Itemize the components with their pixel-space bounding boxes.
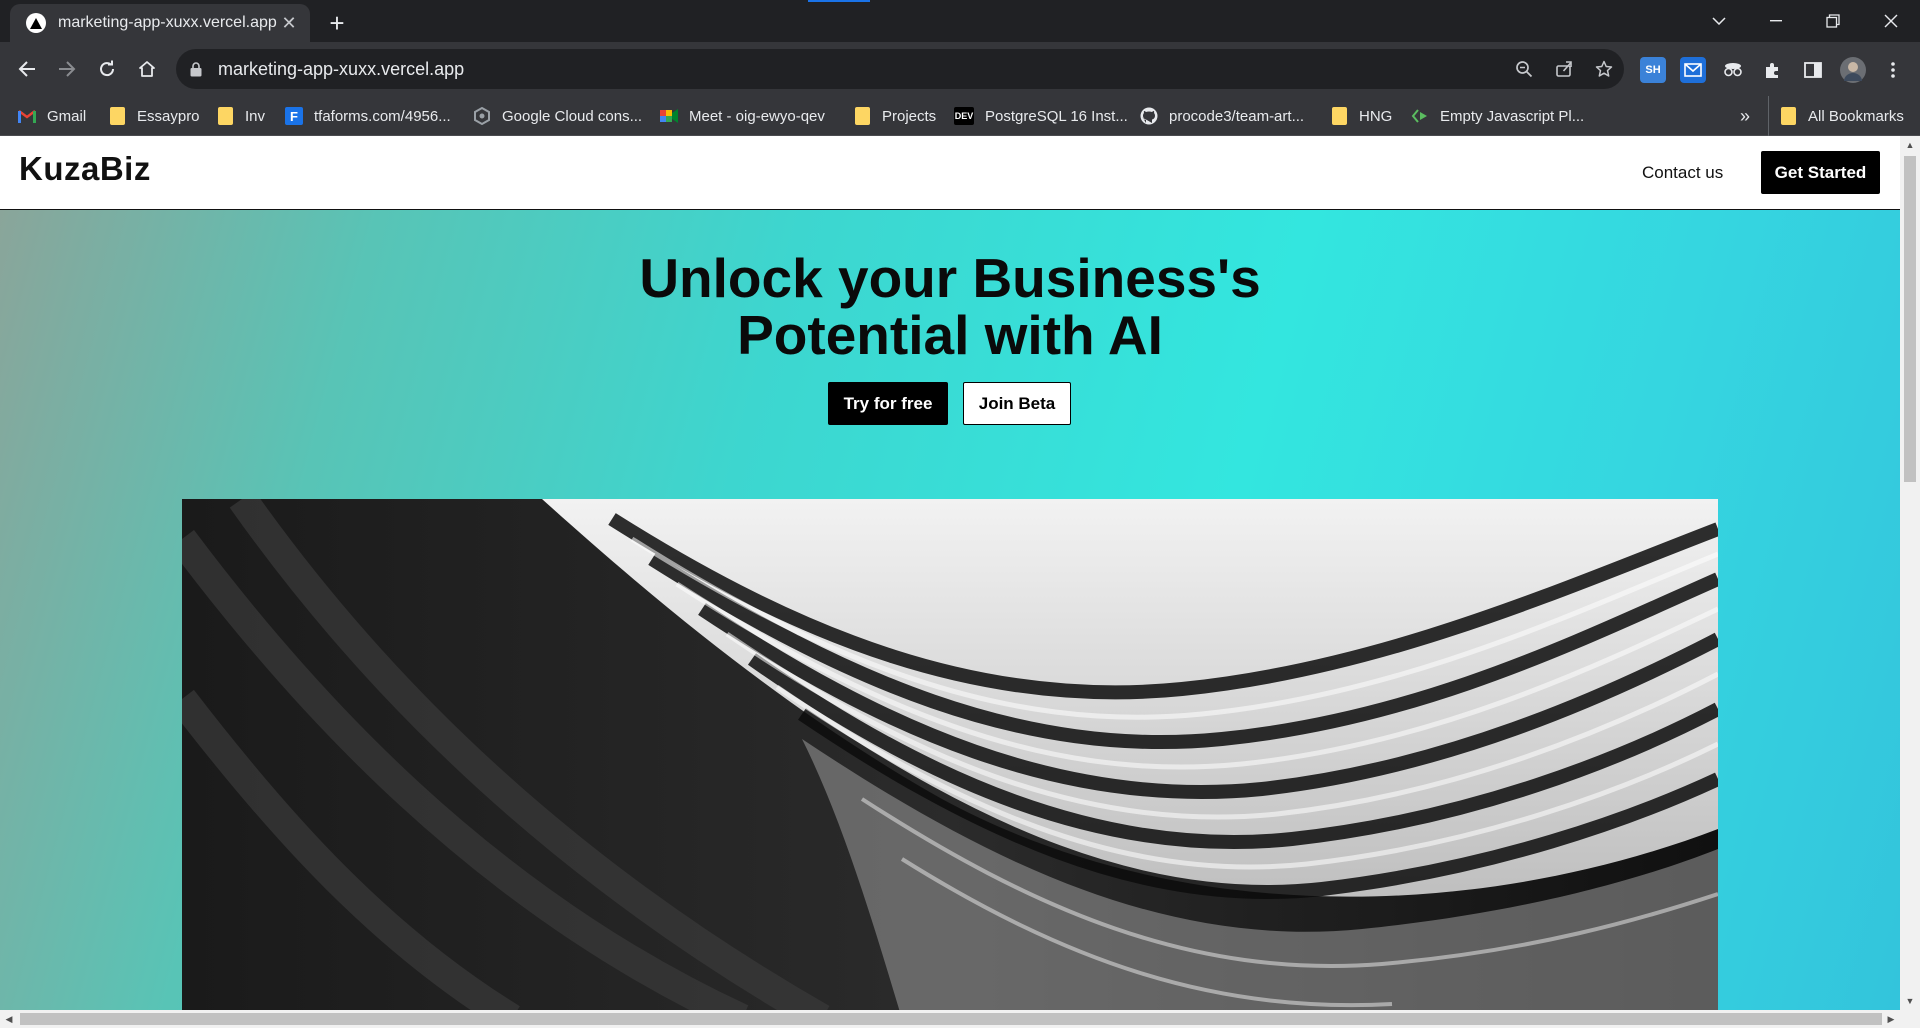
forward-arrow-icon[interactable] (51, 53, 83, 85)
formassembly-icon: F (285, 107, 303, 125)
meet-icon (660, 107, 678, 125)
site-logo[interactable]: KuzaBiz (19, 150, 151, 188)
page-viewport: KuzaBiz Contact us Get Started Unlock yo… (0, 136, 1900, 1010)
sh-extension-icon[interactable]: SH (1640, 57, 1666, 83)
restore-icon[interactable] (1810, 6, 1856, 36)
zoom-icon[interactable] (1504, 53, 1544, 85)
bookmark-playcode[interactable]: Empty Javascript Pl... (1411, 96, 1584, 136)
bookmarks-bar: Gmail Essaypro Inv F tfaforms.com/4956..… (0, 96, 1920, 136)
bookmark-tfaforms[interactable]: F tfaforms.com/4956... (285, 96, 451, 136)
browser-toolbar: marketing-app-xuxx.vercel.app SH (0, 42, 1920, 96)
horizontal-scrollbar[interactable]: ◀ ▶ (0, 1010, 1920, 1028)
vercel-favicon-icon (26, 13, 46, 33)
hero-title: Unlock your Business's Potential with AI (500, 250, 1400, 364)
close-window-icon[interactable] (1868, 6, 1914, 36)
join-beta-button[interactable]: Join Beta (963, 382, 1071, 425)
tab-search-chevron-icon[interactable] (1696, 6, 1742, 36)
hero-section: Unlock your Business's Potential with AI… (0, 210, 1900, 1010)
folder-icon (1330, 107, 1348, 125)
tab-search-indicator (808, 0, 870, 2)
playcode-icon (1411, 107, 1429, 125)
vertical-scroll-thumb[interactable] (1904, 156, 1916, 482)
dev-icon: DEV (954, 107, 974, 125)
extensions-puzzle-icon[interactable] (1760, 57, 1786, 83)
hero-title-line-2: Potential with AI (737, 304, 1163, 366)
tab-close-icon[interactable]: ✕ (278, 12, 300, 34)
bookmark-gmail[interactable]: Gmail (18, 96, 86, 136)
reload-icon[interactable] (91, 53, 123, 85)
scroll-down-arrow-icon[interactable]: ▼ (1900, 992, 1920, 1010)
lock-icon (190, 61, 202, 77)
new-tab-button[interactable]: + (322, 8, 352, 38)
bookmark-meet[interactable]: Meet - oig-ewyo-qev (660, 96, 825, 136)
folder-icon (108, 107, 126, 125)
bookmark-hng[interactable]: HNG (1330, 96, 1392, 136)
bookmark-github[interactable]: procode3/team-art... (1140, 96, 1304, 136)
try-for-free-button[interactable]: Try for free (828, 382, 948, 425)
vertical-scrollbar[interactable]: ▲ ▼ (1900, 136, 1920, 1010)
bookmark-star-icon[interactable] (1584, 53, 1624, 85)
bookmarks-overflow-chevron[interactable]: » (1740, 96, 1750, 136)
get-started-button[interactable]: Get Started (1761, 151, 1880, 194)
url-text: marketing-app-xuxx.vercel.app (218, 58, 465, 79)
gmail-icon (18, 107, 36, 125)
more-menu-icon[interactable] (1880, 57, 1906, 83)
all-bookmarks[interactable]: All Bookmarks (1779, 96, 1904, 136)
site-navbar: KuzaBiz Contact us Get Started (0, 136, 1900, 210)
bookmark-inv[interactable]: Inv (216, 96, 265, 136)
scroll-right-arrow-icon[interactable]: ▶ (1882, 1010, 1900, 1028)
back-arrow-icon[interactable] (11, 53, 43, 85)
mail-extension-icon[interactable] (1680, 57, 1706, 83)
bookmark-projects[interactable]: Projects (853, 96, 936, 136)
browser-tab[interactable]: marketing-app-xuxx.vercel.app ✕ (10, 4, 310, 42)
horizontal-scroll-thumb[interactable] (20, 1013, 1882, 1025)
spy-extension-icon[interactable] (1720, 57, 1746, 83)
profile-avatar-icon[interactable] (1840, 57, 1866, 83)
side-panel-icon[interactable] (1800, 57, 1826, 83)
folder-icon (216, 107, 234, 125)
minimize-icon[interactable] (1753, 6, 1799, 36)
google-cloud-icon (473, 107, 491, 125)
hero-architecture-image (182, 499, 1718, 1010)
bookmark-postgresql[interactable]: DEV PostgreSQL 16 Inst... (954, 96, 1128, 136)
bookmark-google-cloud[interactable]: Google Cloud cons... (473, 96, 642, 136)
scroll-up-arrow-icon[interactable]: ▲ (1900, 136, 1920, 154)
contact-us-link[interactable]: Contact us (1642, 163, 1723, 183)
home-icon[interactable] (131, 53, 163, 85)
hero-title-line-1: Unlock your Business's (639, 247, 1261, 309)
github-icon (1140, 107, 1158, 125)
tab-title: marketing-app-xuxx.vercel.app (58, 14, 277, 31)
share-icon[interactable] (1544, 53, 1584, 85)
tab-strip: marketing-app-xuxx.vercel.app ✕ + (0, 0, 1920, 42)
bookmark-essaypro[interactable]: Essaypro (108, 96, 200, 136)
address-bar[interactable]: marketing-app-xuxx.vercel.app (176, 49, 1624, 89)
folder-icon (853, 107, 871, 125)
scroll-left-arrow-icon[interactable]: ◀ (0, 1010, 18, 1028)
bookmarks-divider (1768, 96, 1769, 136)
folder-icon (1779, 107, 1797, 125)
svg-text:F: F (290, 109, 298, 124)
